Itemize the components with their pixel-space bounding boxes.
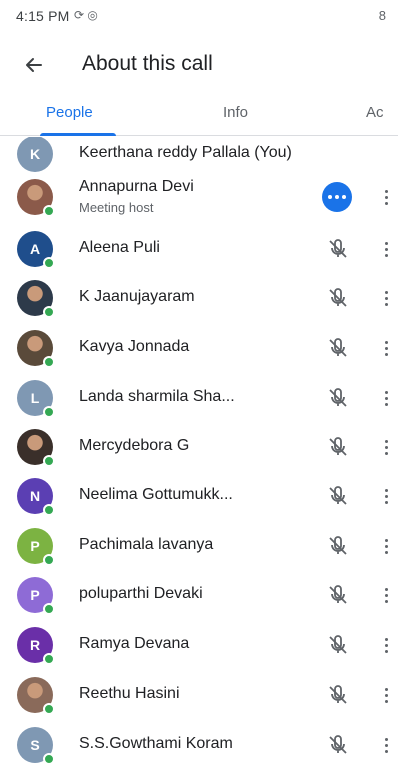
participant-name: Landa sharmila Sha...: [79, 388, 235, 405]
participant-row[interactable]: K Jaanujayaram: [0, 273, 398, 323]
avatar: R: [17, 627, 55, 665]
mic-off-icon: [326, 633, 350, 657]
tab-activities[interactable]: Ac: [366, 104, 384, 121]
speaking-indicator-icon: [322, 182, 352, 212]
battery-level: 8: [378, 8, 386, 23]
online-status-icon: [43, 504, 55, 516]
online-status-icon: [43, 205, 55, 217]
online-status-icon: [43, 455, 55, 467]
mic-off-icon: [326, 484, 350, 508]
mic-off-icon: [326, 534, 350, 558]
avatar: L: [17, 380, 55, 418]
participant-name: Pachimala lavanya: [79, 536, 214, 553]
participant-name: S.S.Gowthami Koram: [79, 735, 233, 752]
more-options-icon[interactable]: [381, 484, 391, 508]
participant-name: Keerthana reddy Pallala (You): [79, 144, 292, 161]
participant-name: poluparthi Devaki: [79, 585, 203, 602]
more-options-icon[interactable]: [381, 534, 391, 558]
online-status-icon: [43, 603, 55, 615]
participant-name: Neelima Gottumukk...: [79, 486, 233, 503]
mic-off-icon: [326, 237, 350, 261]
avatar-initial: P: [30, 538, 40, 554]
participant-name: Kavya Jonnada: [79, 338, 190, 355]
participant-list: K Keerthana reddy Pallala (You) Annapurna …: [0, 137, 398, 764]
mic-off-icon: [326, 336, 350, 360]
online-status-icon: [43, 306, 55, 318]
mic-off-icon: [326, 733, 350, 757]
avatar: [17, 330, 55, 368]
back-arrow-icon: [26, 58, 42, 72]
page-title: About this call: [82, 52, 213, 75]
participant-name: Reethu Hasini: [79, 685, 180, 702]
status-icons: ⟳ ◎: [74, 8, 98, 22]
participant-row[interactable]: Ppoluparthi Devaki: [0, 570, 398, 620]
participant-name: Annapurna Devi: [79, 178, 194, 195]
more-options-icon[interactable]: [381, 733, 391, 757]
more-options-icon[interactable]: [381, 185, 391, 209]
avatar: S: [17, 727, 55, 764]
online-status-icon: [43, 257, 55, 269]
mic-off-icon: [326, 386, 350, 410]
participant-row[interactable]: Reethu Hasini: [0, 670, 398, 720]
active-tab-indicator: [40, 133, 116, 136]
back-button[interactable]: [16, 50, 52, 80]
avatar: N: [17, 478, 55, 516]
more-options-icon[interactable]: [381, 633, 391, 657]
avatar: A: [17, 231, 55, 269]
more-options-icon[interactable]: [381, 683, 391, 707]
avatar-initial: L: [30, 390, 40, 406]
more-options-icon[interactable]: [381, 336, 391, 360]
more-options-icon[interactable]: [381, 286, 391, 310]
mic-off-icon: [326, 583, 350, 607]
online-status-icon: [43, 406, 55, 418]
participant-row[interactable]: L Landa sharmila Sha...: [0, 373, 398, 423]
participant-row[interactable]: R Ramya Devana: [0, 620, 398, 670]
tab-info[interactable]: Info: [223, 104, 248, 121]
app-bar: About this call: [0, 40, 398, 92]
participant-row[interactable]: S S.S.Gowthami Koram: [0, 720, 398, 764]
participant-row[interactable]: Mercydebora G: [0, 422, 398, 472]
avatar-initial: R: [29, 637, 41, 653]
online-status-icon: [43, 703, 55, 715]
more-options-icon[interactable]: [381, 237, 391, 261]
participant-row[interactable]: Kavya Jonnada: [0, 323, 398, 373]
online-status-icon: [43, 653, 55, 665]
participant-row[interactable]: A Aleena Puli: [0, 224, 398, 274]
participant-row[interactable]: P Pachimala lavanya: [0, 521, 398, 571]
online-status-icon: [43, 554, 55, 566]
avatar: [17, 677, 55, 715]
tab-bar: People Info Ac: [0, 96, 398, 136]
more-options-icon[interactable]: [381, 386, 391, 410]
avatar: P: [17, 528, 55, 566]
mic-off-icon: [326, 683, 350, 707]
status-time: 4:15 PM: [16, 8, 70, 24]
participant-name: Ramya Devana: [79, 635, 190, 652]
participant-role: Meeting host: [79, 200, 154, 215]
avatar: [17, 429, 55, 467]
participant-name: Mercydebora G: [79, 437, 190, 454]
tab-people[interactable]: People: [46, 104, 93, 121]
more-options-icon[interactable]: [381, 583, 391, 607]
avatar: P: [17, 577, 55, 615]
avatar-initial: P: [30, 587, 40, 603]
avatar-initial: K: [29, 146, 41, 162]
participant-name: K Jaanujayaram: [79, 288, 195, 305]
online-status-icon: [43, 356, 55, 368]
avatar-initial: N: [29, 488, 41, 504]
avatar-initial: A: [29, 241, 41, 257]
status-bar: 4:15 PM ⟳ ◎ 8: [0, 0, 398, 34]
participant-name: Aleena Puli: [79, 239, 160, 256]
participant-row[interactable]: Annapurna Devi Meeting host: [0, 172, 398, 222]
online-status-icon: [43, 753, 55, 764]
avatar: K: [17, 137, 53, 172]
avatar: [17, 280, 55, 318]
avatar: [17, 179, 55, 217]
avatar-initial: S: [30, 737, 40, 753]
mic-off-icon: [326, 435, 350, 459]
participant-row[interactable]: N Neelima Gottumukk...: [0, 471, 398, 521]
more-options-icon[interactable]: [381, 435, 391, 459]
mic-off-icon: [326, 286, 350, 310]
